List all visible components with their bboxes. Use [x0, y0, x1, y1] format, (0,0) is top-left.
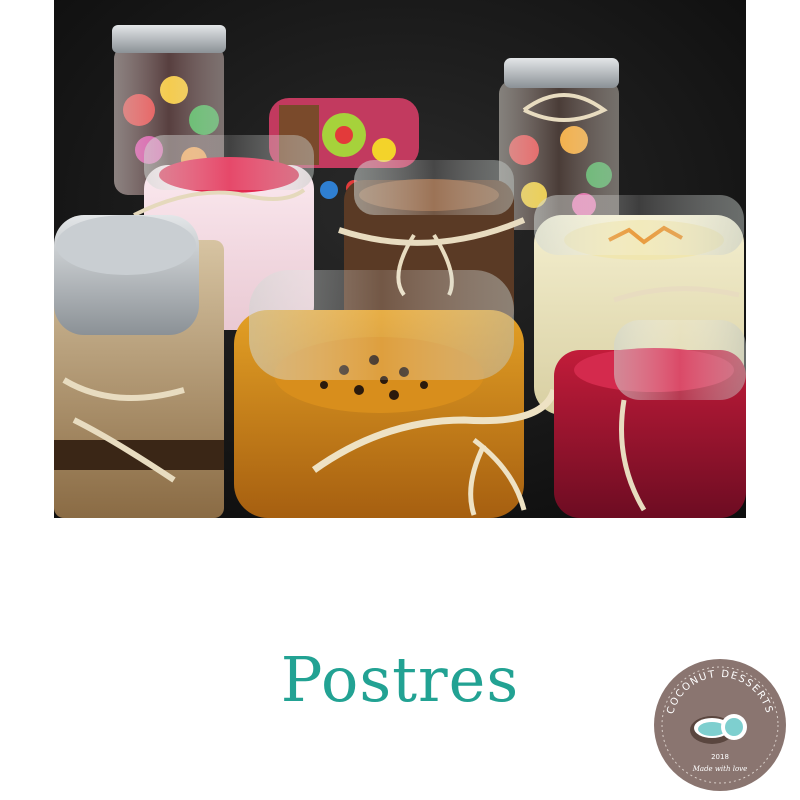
logo-tagline: Made with love: [692, 765, 748, 773]
page: Postres COCONUT DESSERTS 2018 Made with …: [0, 0, 800, 800]
coconut-desserts-logo: COCONUT DESSERTS 2018 Made with love: [650, 655, 790, 795]
dessert-jars-photo: [54, 0, 746, 518]
logo-year: 2018: [711, 753, 729, 761]
